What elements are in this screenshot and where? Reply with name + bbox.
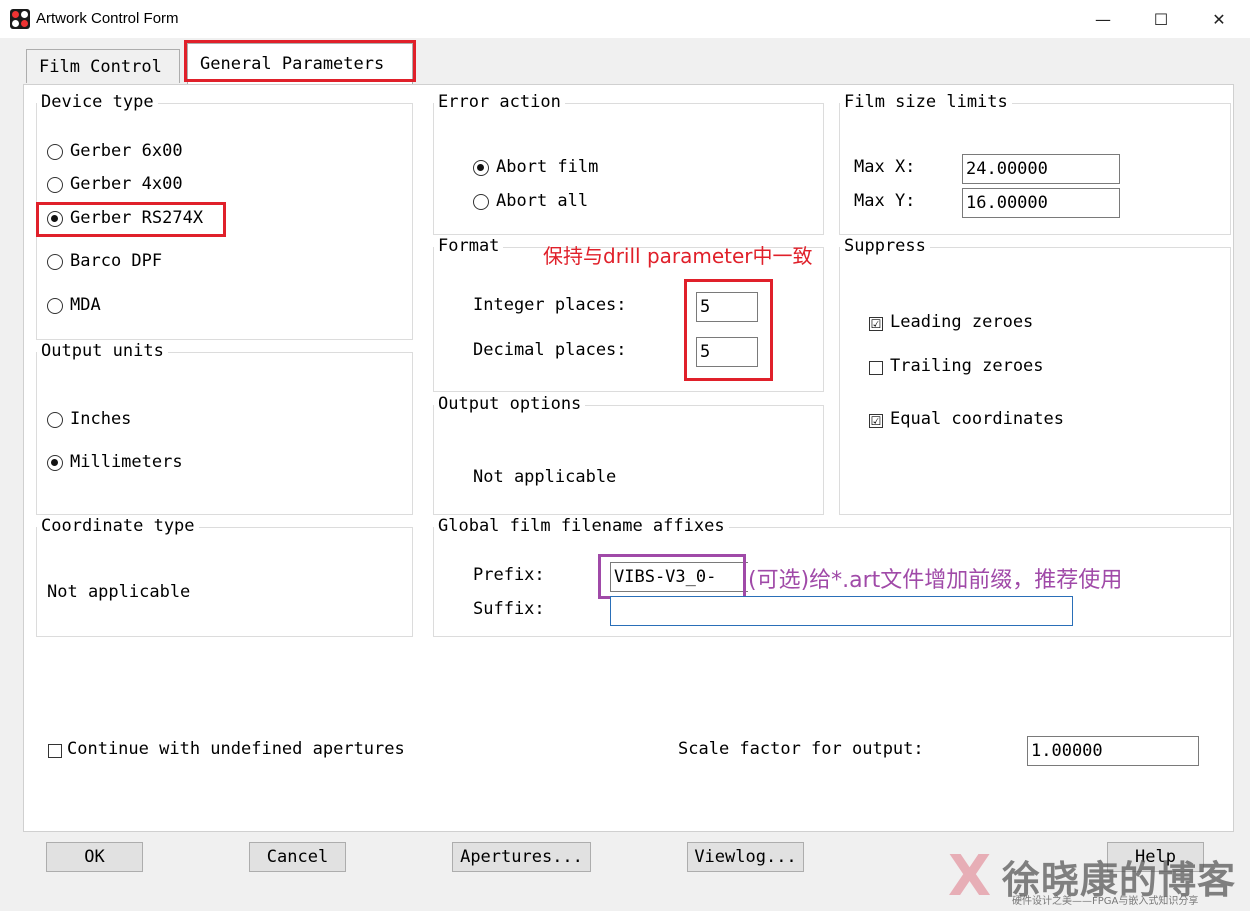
format-annotation: 保持与drill parameter中一致 (543, 244, 813, 268)
label-millimeters[interactable]: Millimeters (70, 452, 183, 472)
continue-undefined-checkbox[interactable] (48, 744, 62, 758)
output-units-legend: Output units (37, 341, 168, 361)
suppress-group (839, 247, 1231, 515)
watermark-tagline: 硬件设计之美——FPGA与嵌入式知识分享 (1012, 896, 1199, 907)
output-options-text: Not applicable (473, 467, 617, 487)
tab-highlight-box (184, 40, 416, 82)
radio-abort-all[interactable] (473, 194, 489, 210)
radio-abort-film[interactable] (473, 160, 489, 176)
tab-film-control[interactable]: Film Control (26, 49, 180, 83)
radio-gerber-rs274x[interactable] (47, 211, 63, 227)
format-legend: Format (434, 236, 504, 256)
max-x-input[interactable]: 24.00000 (962, 154, 1120, 184)
output-options-group (433, 405, 824, 515)
label-gerber-6x00[interactable]: Gerber 6x00 (70, 141, 183, 161)
prefix-label: Prefix: (473, 565, 545, 585)
label-abort-all[interactable]: Abort all (496, 191, 588, 211)
film-size-legend: Film size limits (840, 92, 1012, 112)
error-action-legend: Error action (434, 92, 565, 112)
viewlog-button[interactable]: Viewlog... (687, 842, 804, 872)
radio-barco-dpf[interactable] (47, 254, 63, 270)
label-abort-film[interactable]: Abort film (496, 157, 598, 177)
leading-zeroes-label[interactable]: Leading zeroes (890, 312, 1033, 332)
suffix-label: Suffix: (473, 599, 545, 619)
max-x-label: Max X: (854, 157, 916, 177)
prefix-highlight-box (598, 554, 746, 599)
ok-button[interactable]: OK (46, 842, 143, 872)
label-gerber-4x00[interactable]: Gerber 4x00 (70, 174, 183, 194)
apertures-button[interactable]: Apertures... (452, 842, 591, 872)
label-barco-dpf[interactable]: Barco DPF (70, 251, 162, 271)
equal-coordinates-checkbox[interactable]: ☑ (869, 414, 883, 428)
close-button[interactable]: ✕ (1190, 0, 1248, 38)
equal-coordinates-label[interactable]: Equal coordinates (890, 409, 1064, 429)
prefix-annotation: (可选)给*.art文件增加前缀，推荐使用 (748, 562, 1123, 594)
format-highlight-box (684, 279, 773, 381)
label-gerber-rs274x[interactable]: Gerber RS274X (70, 208, 203, 228)
scale-factor-label: Scale factor for output: (678, 739, 924, 759)
coordinate-type-text: Not applicable (47, 582, 191, 602)
decimal-places-label: Decimal places: (473, 340, 627, 360)
radio-millimeters[interactable] (47, 455, 63, 471)
radio-gerber-6x00[interactable] (47, 144, 63, 160)
minimize-button[interactable]: — (1074, 0, 1132, 38)
trailing-zeroes-checkbox[interactable] (869, 361, 883, 375)
max-y-input[interactable]: 16.00000 (962, 188, 1120, 218)
app-icon (10, 9, 30, 29)
suffix-input[interactable] (610, 596, 1073, 626)
leading-zeroes-checkbox[interactable]: ☑ (869, 317, 883, 331)
radio-mda[interactable] (47, 298, 63, 314)
output-options-legend: Output options (434, 394, 586, 414)
trailing-zeroes-label[interactable]: Trailing zeroes (890, 356, 1044, 376)
title-bar: Artwork Control Form — ☐ ✕ (0, 0, 1250, 38)
radio-inches[interactable] (47, 412, 63, 428)
coordinate-type-legend: Coordinate type (37, 516, 199, 536)
integer-places-label: Integer places: (473, 295, 627, 315)
cancel-button[interactable]: Cancel (249, 842, 346, 872)
max-y-label: Max Y: (854, 191, 916, 211)
output-units-group (36, 352, 413, 515)
error-action-group (433, 103, 824, 235)
radio-gerber-4x00[interactable] (47, 177, 63, 193)
label-mda[interactable]: MDA (70, 295, 101, 315)
label-inches[interactable]: Inches (70, 409, 131, 429)
suppress-legend: Suppress (840, 236, 930, 256)
affixes-legend: Global film filename affixes (434, 516, 729, 536)
window-title: Artwork Control Form (36, 10, 179, 27)
watermark-logo-icon: X (948, 844, 992, 909)
maximize-button[interactable]: ☐ (1132, 0, 1190, 38)
device-type-legend: Device type (37, 92, 158, 112)
continue-undefined-label[interactable]: Continue with undefined apertures (67, 739, 405, 759)
scale-factor-input[interactable]: 1.00000 (1027, 736, 1199, 766)
